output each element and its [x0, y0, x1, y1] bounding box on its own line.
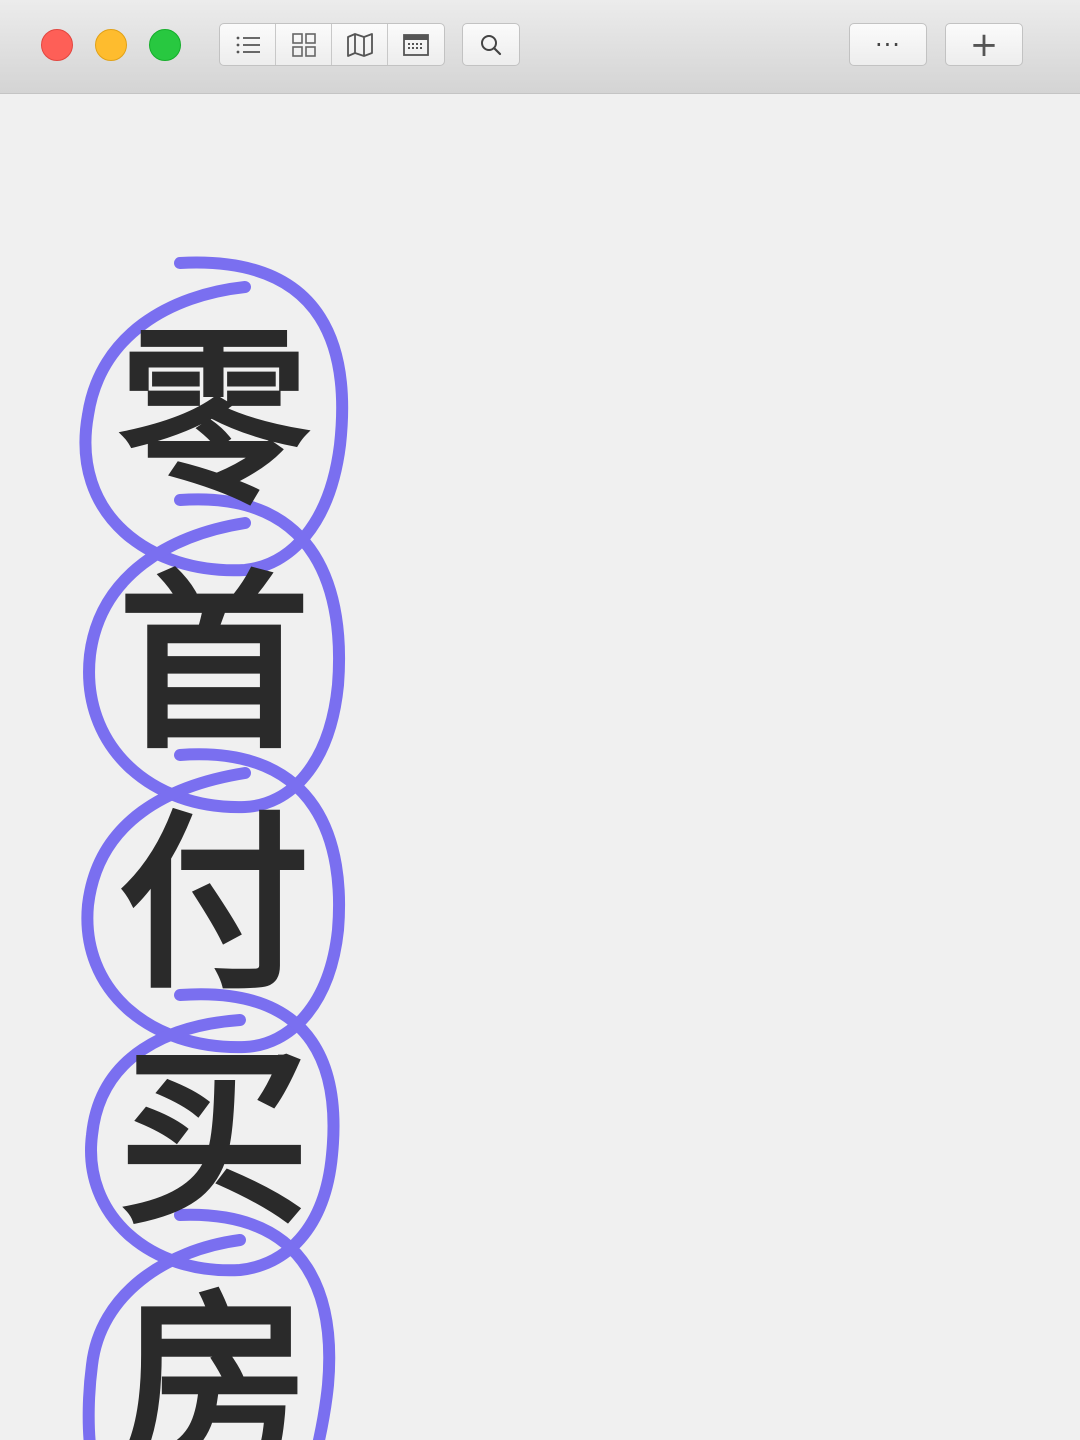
title-bar: ··· + — [0, 0, 1080, 94]
grid-view-button[interactable] — [276, 24, 332, 65]
grid-icon — [291, 32, 316, 57]
more-options-button[interactable]: ··· — [849, 23, 927, 66]
add-note-button[interactable]: + — [945, 23, 1023, 66]
character-fang: 房 — [118, 1274, 310, 1440]
minimize-window-button[interactable] — [95, 29, 127, 61]
canvas-area: 零 首 付 买 房 — [0, 95, 1080, 1440]
handwritten-drawing: 零 首 付 买 房 — [79, 256, 349, 1440]
character-shou: 首 — [118, 554, 310, 775]
search-button[interactable] — [462, 23, 520, 66]
map-view-button[interactable] — [332, 24, 388, 65]
close-window-button[interactable] — [41, 29, 73, 61]
view-mode-segmented-control — [219, 23, 445, 66]
app-window: ··· + 零 首 付 买 房 — [0, 0, 1080, 1440]
plus-icon: + — [969, 24, 999, 65]
calendar-view-button[interactable] — [388, 24, 444, 65]
map-icon — [346, 32, 373, 57]
zoom-window-button[interactable] — [149, 29, 181, 61]
search-icon — [481, 34, 502, 55]
character-fu: 付 — [118, 794, 310, 1015]
list-view-button[interactable] — [220, 24, 276, 65]
more-options-label: ··· — [875, 30, 901, 59]
character-mai: 买 — [118, 1029, 310, 1250]
character-ling: 零 — [118, 309, 311, 530]
list-icon — [236, 36, 260, 53]
calendar-icon — [403, 33, 429, 56]
